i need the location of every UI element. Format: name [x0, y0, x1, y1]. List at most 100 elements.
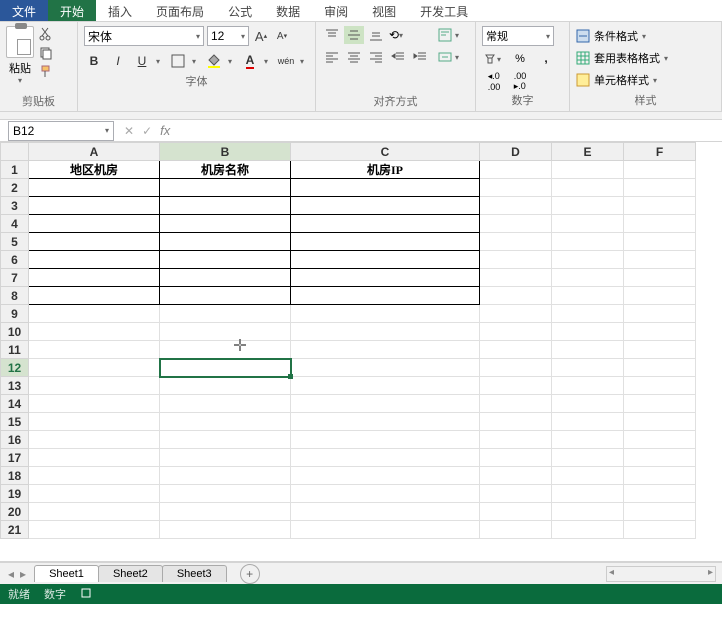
cell[interactable]	[29, 323, 160, 341]
cell[interactable]	[552, 377, 624, 395]
cell[interactable]	[552, 413, 624, 431]
increase-decimal-button[interactable]: ◂.0.00	[482, 72, 506, 90]
pinyin-button[interactable]: wén	[276, 51, 296, 71]
cell[interactable]	[624, 485, 696, 503]
cell[interactable]	[29, 359, 160, 377]
cell[interactable]	[291, 431, 480, 449]
tab-nav-first-icon[interactable]: ◂	[8, 567, 14, 581]
row-header[interactable]: 5	[1, 233, 29, 251]
cell[interactable]	[160, 269, 291, 287]
cell[interactable]	[29, 341, 160, 359]
cell[interactable]	[160, 449, 291, 467]
cell[interactable]	[480, 269, 552, 287]
italic-button[interactable]: I	[108, 51, 128, 71]
cell[interactable]	[480, 413, 552, 431]
row-header[interactable]: 7	[1, 269, 29, 287]
cell[interactable]	[624, 413, 696, 431]
cell[interactable]	[552, 395, 624, 413]
cell[interactable]	[552, 341, 624, 359]
cell[interactable]	[291, 305, 480, 323]
paste-icon[interactable]	[6, 26, 34, 58]
cell[interactable]	[624, 305, 696, 323]
row-header[interactable]: 10	[1, 323, 29, 341]
cell[interactable]	[291, 449, 480, 467]
confirm-formula-icon[interactable]: ✓	[142, 124, 152, 138]
spreadsheet-grid[interactable]: A B C D E F 1 地区机房 机房名称 机房IP 2 3 4 5 6 7…	[0, 142, 722, 562]
cell[interactable]	[480, 251, 552, 269]
cell[interactable]	[160, 251, 291, 269]
macro-record-icon[interactable]	[80, 587, 92, 602]
underline-button[interactable]: U	[132, 51, 152, 71]
align-bottom-icon[interactable]	[366, 26, 386, 44]
row-header[interactable]: 1	[1, 161, 29, 179]
cell[interactable]	[624, 431, 696, 449]
cell[interactable]	[480, 485, 552, 503]
row-header[interactable]: 9	[1, 305, 29, 323]
cell[interactable]	[624, 359, 696, 377]
cell[interactable]	[480, 323, 552, 341]
decrease-decimal-button[interactable]: .00▸.0	[508, 72, 532, 90]
cell[interactable]	[480, 395, 552, 413]
tab-review[interactable]: 审阅	[312, 0, 360, 21]
cell-b12-selected[interactable]	[160, 359, 291, 377]
cell[interactable]	[29, 521, 160, 539]
cell[interactable]	[480, 305, 552, 323]
cell[interactable]	[291, 377, 480, 395]
cell[interactable]	[291, 485, 480, 503]
cell[interactable]	[552, 179, 624, 197]
row-header[interactable]: 11	[1, 341, 29, 359]
cell[interactable]	[29, 197, 160, 215]
cell[interactable]	[160, 467, 291, 485]
cell[interactable]	[624, 521, 696, 539]
cell[interactable]	[29, 215, 160, 233]
cell[interactable]	[480, 233, 552, 251]
conditional-format-button[interactable]: 条件格式▾	[576, 26, 715, 46]
cell[interactable]	[552, 233, 624, 251]
font-color-button[interactable]: A	[240, 51, 260, 71]
orientation-icon[interactable]: ⟲▾	[388, 26, 408, 44]
tab-insert[interactable]: 插入	[96, 0, 144, 21]
tab-file[interactable]: 文件	[0, 0, 48, 21]
cut-icon[interactable]	[38, 26, 54, 42]
sheet-tab-3[interactable]: Sheet3	[162, 565, 227, 582]
row-header[interactable]: 17	[1, 449, 29, 467]
cell[interactable]	[29, 269, 160, 287]
cell[interactable]	[480, 161, 552, 179]
cell[interactable]	[160, 395, 291, 413]
shrink-font-icon[interactable]: A▾	[273, 26, 291, 46]
cell[interactable]	[29, 377, 160, 395]
row-header[interactable]: 14	[1, 395, 29, 413]
fill-handle[interactable]	[288, 374, 293, 379]
comma-button[interactable]: ,	[534, 50, 558, 68]
row-header[interactable]: 15	[1, 413, 29, 431]
cell[interactable]	[480, 449, 552, 467]
cell[interactable]	[480, 377, 552, 395]
fill-color-button[interactable]	[204, 51, 224, 71]
cell[interactable]	[160, 179, 291, 197]
tab-page-layout[interactable]: 页面布局	[144, 0, 216, 21]
tab-formulas[interactable]: 公式	[216, 0, 264, 21]
cell[interactable]	[480, 467, 552, 485]
name-box[interactable]: B12▾	[8, 121, 114, 141]
cell[interactable]	[480, 287, 552, 305]
cell[interactable]	[29, 395, 160, 413]
align-middle-icon[interactable]	[344, 26, 364, 44]
row-header[interactable]: 21	[1, 521, 29, 539]
col-header-e[interactable]: E	[552, 143, 624, 161]
cell[interactable]	[160, 413, 291, 431]
cell[interactable]	[291, 287, 480, 305]
cell[interactable]	[624, 161, 696, 179]
formula-input[interactable]	[180, 122, 722, 140]
cell[interactable]	[552, 359, 624, 377]
cell[interactable]	[552, 161, 624, 179]
insert-function-icon[interactable]: fx	[160, 123, 170, 138]
row-header[interactable]: 16	[1, 431, 29, 449]
cell[interactable]	[624, 251, 696, 269]
cell[interactable]	[29, 179, 160, 197]
copy-icon[interactable]	[38, 45, 54, 61]
align-top-icon[interactable]	[322, 26, 342, 44]
cell-b1[interactable]: 机房名称	[160, 161, 291, 179]
cell[interactable]	[29, 431, 160, 449]
row-header[interactable]: 3	[1, 197, 29, 215]
cell[interactable]	[480, 503, 552, 521]
